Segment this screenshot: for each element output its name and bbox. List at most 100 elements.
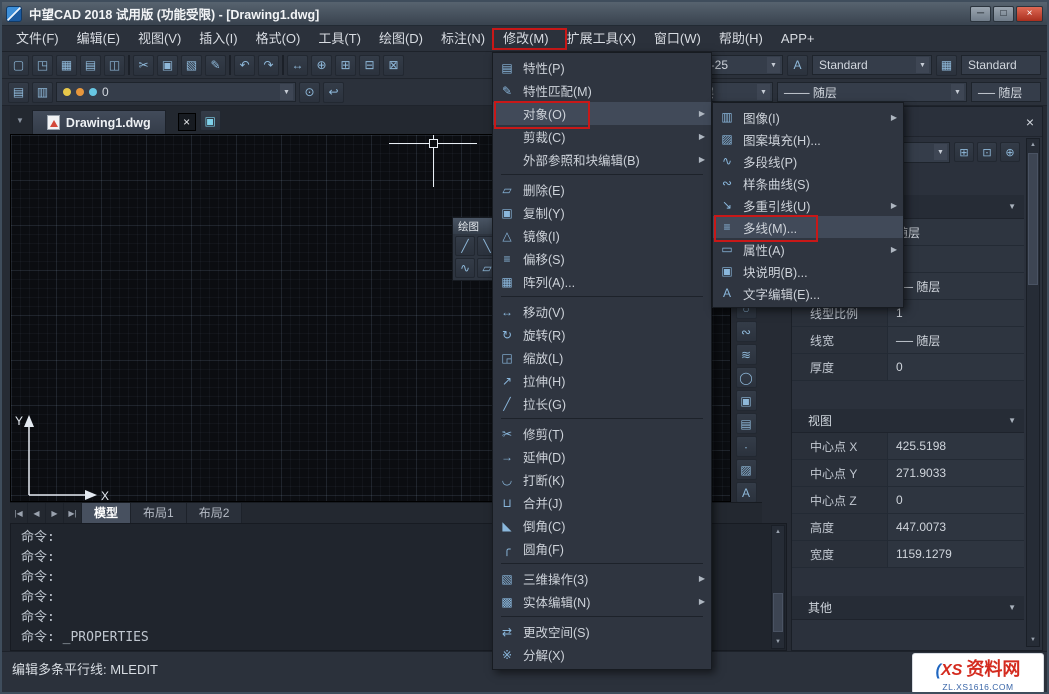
property-value[interactable]: ── 随层: [888, 327, 1024, 353]
layer-properties-icon[interactable]: ▤: [8, 82, 29, 103]
property-value[interactable]: 1159.1279: [888, 541, 1024, 567]
property-value[interactable]: [888, 246, 1024, 272]
chevron-down-icon[interactable]: ▼: [934, 144, 947, 160]
menu-item[interactable]: ▣ 复制(Y): [493, 201, 711, 224]
menu-item[interactable]: ▩ 实体编辑(N) ▶: [493, 590, 711, 613]
text-style-dropdown[interactable]: Standard ▼: [812, 55, 932, 75]
menubar-item[interactable]: 视图(V): [129, 26, 190, 52]
misc-section-header[interactable]: 其他 ▼: [792, 596, 1024, 620]
draw-palette-title[interactable]: 绘图: [453, 218, 497, 234]
new-icon[interactable]: ▢: [8, 55, 29, 76]
scroll-up-icon[interactable]: ▲: [772, 526, 784, 538]
menu-item[interactable]: ╱ 拉长(G): [493, 392, 711, 415]
ellipse-icon[interactable]: ◯: [736, 367, 757, 388]
menu-item[interactable]: → 延伸(D): [493, 445, 711, 468]
menu-item[interactable]: ▣ 块说明(B)...: [713, 260, 903, 282]
menu-item[interactable]: 外部参照和块编辑(B) ▶: [493, 148, 711, 171]
line-icon[interactable]: ╱: [455, 236, 475, 256]
menubar-item[interactable]: 绘图(D): [370, 26, 432, 52]
cut-icon[interactable]: ✂: [133, 55, 154, 76]
preview-icon[interactable]: ◫: [104, 55, 125, 76]
menubar-item[interactable]: 编辑(E): [68, 26, 129, 52]
select-objects-icon[interactable]: ⊡: [977, 142, 997, 162]
lineweight-control-dropdown[interactable]: ── 随层: [971, 82, 1041, 102]
menubar-item[interactable]: APP+: [772, 26, 824, 52]
menu-item[interactable]: ✎ 特性匹配(M): [493, 79, 711, 102]
menu-item[interactable]: 剪裁(C) ▶: [493, 125, 711, 148]
table-style-dropdown[interactable]: Standard: [961, 55, 1041, 75]
linetype-control-dropdown[interactable]: ─── 随层 ▼: [777, 82, 967, 102]
scroll-down-icon[interactable]: ▼: [772, 636, 784, 648]
maximize-button[interactable]: □: [993, 6, 1014, 22]
menubar-item[interactable]: 格式(O): [247, 26, 310, 52]
property-value[interactable]: 447.0073: [888, 514, 1024, 540]
menu-item[interactable]: [493, 171, 711, 178]
menu-item[interactable]: ⇄ 更改空间(S): [493, 620, 711, 643]
property-value[interactable]: 随层: [888, 219, 1024, 245]
first-layout-icon[interactable]: |◀: [10, 503, 28, 523]
property-value[interactable]: ── 随层: [888, 273, 1024, 299]
menu-item[interactable]: ▦ 阵列(A)...: [493, 270, 711, 293]
layout-tab[interactable]: 布局1: [131, 503, 187, 524]
paste-icon[interactable]: ▧: [181, 55, 202, 76]
menu-item[interactable]: [493, 613, 711, 620]
menu-item[interactable]: ◣ 倒角(C): [493, 514, 711, 537]
menubar-item[interactable]: 扩展工具(X): [558, 26, 645, 52]
menu-item[interactable]: ↘ 多重引线(U) ▶: [713, 194, 903, 216]
zoom-previous-icon[interactable]: ⊟: [359, 55, 380, 76]
close-tab-icon[interactable]: ×: [178, 113, 196, 131]
table-style-icon[interactable]: ▦: [936, 55, 957, 76]
property-value[interactable]: 0: [888, 354, 1024, 380]
titlebar[interactable]: 中望CAD 2018 试用版 (功能受限) - [Drawing1.dwg] ─…: [2, 2, 1047, 26]
menu-item[interactable]: ⊔ 合并(J): [493, 491, 711, 514]
panel-scrollbar[interactable]: ▲ ▼: [1026, 138, 1040, 647]
redo-icon[interactable]: ↷: [258, 55, 279, 76]
layout-tab[interactable]: 布局2: [187, 503, 243, 524]
menu-item[interactable]: ↻ 旋转(R): [493, 323, 711, 346]
open-icon[interactable]: ◳: [32, 55, 53, 76]
menu-item[interactable]: ∿ 多段线(P): [713, 150, 903, 172]
menu-item[interactable]: ▥ 图像(I) ▶: [713, 106, 903, 128]
property-value[interactable]: 425.5198: [888, 433, 1024, 459]
quick-select-icon[interactable]: ⊞: [954, 142, 974, 162]
menu-item[interactable]: ※ 分解(X): [493, 643, 711, 666]
zoom-extents-icon[interactable]: ⊠: [383, 55, 404, 76]
menu-item[interactable]: ◲ 缩放(L): [493, 346, 711, 369]
menubar-item[interactable]: 文件(F): [7, 26, 68, 52]
point-icon[interactable]: ∙: [736, 436, 757, 457]
collapse-arrow-icon[interactable]: ▼: [1008, 416, 1016, 425]
scrollbar-thumb[interactable]: [773, 593, 783, 632]
menu-item[interactable]: ≡ 多线(M)...: [713, 216, 903, 238]
menu-item[interactable]: ▱ 删除(E): [493, 178, 711, 201]
zoom-window-icon[interactable]: ⊞: [335, 55, 356, 76]
make-block-icon[interactable]: ▤: [736, 413, 757, 434]
property-value[interactable]: 271.9033: [888, 460, 1024, 486]
document-tab[interactable]: Drawing1.dwg: [32, 110, 166, 134]
menu-item[interactable]: ✂ 修剪(T): [493, 422, 711, 445]
zoom-realtime-icon[interactable]: ⊕: [311, 55, 332, 76]
menu-item[interactable]: A 文字编辑(E)...: [713, 282, 903, 304]
menu-item[interactable]: ▤ 特性(P): [493, 56, 711, 79]
restore-window-icon[interactable]: ▣: [200, 110, 221, 131]
insert-block-icon[interactable]: ▣: [736, 390, 757, 411]
revision-cloud-icon[interactable]: ∾: [736, 321, 757, 342]
menu-item[interactable]: 对象(O) ▶: [493, 102, 711, 125]
spline-icon[interactable]: ≋: [736, 344, 757, 365]
undo-icon[interactable]: ↶: [234, 55, 255, 76]
menu-item[interactable]: [493, 293, 711, 300]
chevron-down-icon[interactable]: ▼: [280, 84, 293, 100]
pan-icon[interactable]: ↔: [287, 55, 308, 76]
next-layout-icon[interactable]: ▶: [46, 503, 64, 523]
layer-dropdown[interactable]: 0 ▼: [56, 82, 296, 102]
layout-tab[interactable]: 模型: [82, 503, 131, 524]
collapse-arrow-icon[interactable]: ▼: [1008, 603, 1016, 612]
copy-icon[interactable]: ▣: [157, 55, 178, 76]
menubar-item[interactable]: 修改(M): [494, 26, 558, 52]
scrollbar-thumb[interactable]: [1028, 153, 1038, 285]
menu-item[interactable]: ▭ 属性(A) ▶: [713, 238, 903, 260]
hatch-icon[interactable]: ▨: [736, 459, 757, 480]
menu-item[interactable]: [493, 415, 711, 422]
layer-states-icon[interactable]: ▥: [32, 82, 53, 103]
close-button[interactable]: ×: [1016, 6, 1043, 22]
menu-item[interactable]: [493, 560, 711, 567]
